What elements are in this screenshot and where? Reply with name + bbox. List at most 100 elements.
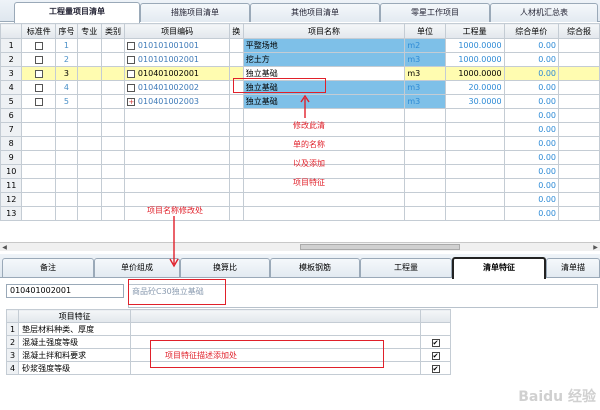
quantity-cell[interactable]: 30.0000 [444, 94, 505, 109]
col-header-name[interactable]: 项目名称 [242, 23, 406, 39]
checkbox[interactable] [127, 69, 136, 78]
unit-price-cell[interactable]: 0.00 [503, 206, 560, 221]
tab-conversion-ratio[interactable]: 换算比 [180, 258, 270, 277]
col-header-total[interactable]: 综合报 [558, 23, 600, 39]
unit-cell[interactable]: m3 [404, 94, 446, 109]
category-cell[interactable] [100, 94, 126, 109]
expand-icon[interactable]: + [127, 97, 136, 106]
standard-checkbox-cell[interactable] [21, 206, 56, 221]
tab-bill-features[interactable]: 清单特征 [452, 257, 546, 279]
standard-checkbox-cell[interactable] [21, 122, 56, 137]
standard-checkbox-cell[interactable] [21, 66, 56, 81]
feature-checkbox-cell[interactable]: ✔ [420, 335, 452, 349]
quantity-cell[interactable]: 20.0000 [444, 80, 505, 95]
table-row[interactable]: 2 2 010101002001 挖土方 m3 1000.0000 0.00 [0, 52, 600, 67]
checkbox[interactable] [34, 41, 43, 50]
table-row[interactable]: 1 1 010101001001 平整场地 m2 1000.0000 0.00 [0, 38, 600, 53]
specialty-cell[interactable] [76, 80, 102, 95]
checkbox[interactable] [127, 41, 136, 50]
unit-price-cell[interactable]: 0.00 [503, 108, 560, 123]
scroll-right-icon[interactable]: ▶ [591, 243, 600, 252]
feature-checkbox-cell[interactable]: ✔ [420, 348, 452, 362]
scroll-left-icon[interactable]: ◀ [0, 243, 9, 252]
unit-price-cell[interactable]: 0.00 [503, 164, 560, 179]
col-header-category[interactable]: 类别 [100, 23, 126, 39]
standard-checkbox-cell[interactable] [21, 192, 56, 207]
seq-cell[interactable]: 2 [55, 52, 78, 67]
seq-cell[interactable]: 1 [55, 38, 78, 53]
standard-checkbox-cell[interactable] [21, 164, 56, 179]
code-cell[interactable]: 010401002002 [124, 80, 230, 95]
tab-bill-description[interactable]: 清单描 [546, 258, 600, 277]
tab-sporadic-work[interactable]: 零星工作项目 [380, 3, 490, 22]
unit-cell[interactable]: m3 [404, 80, 446, 95]
unit-cell[interactable]: m3 [404, 66, 446, 81]
item-code-field[interactable]: 010401002001 [6, 284, 124, 298]
total-cell[interactable] [558, 66, 600, 81]
checkbox-checked[interactable]: ✔ [431, 338, 440, 347]
seq-cell[interactable]: 5 [55, 94, 78, 109]
unit-price-cell[interactable]: 0.00 [503, 178, 560, 193]
col-header-standard[interactable]: 标准件 [21, 23, 56, 39]
standard-checkbox-cell[interactable] [21, 150, 56, 165]
quantity-cell[interactable]: 1000.0000 [444, 66, 505, 81]
standard-checkbox-cell[interactable] [21, 178, 56, 193]
unit-price-cell[interactable]: 0.00 [503, 80, 560, 95]
standard-checkbox-cell[interactable] [21, 38, 56, 53]
checkbox[interactable] [34, 69, 43, 78]
col-header-swap[interactable]: 换 [228, 23, 244, 39]
checkbox[interactable] [34, 97, 43, 106]
table-row[interactable]: 13 0.00 [0, 206, 600, 221]
col-header-unit[interactable]: 单位 [404, 23, 446, 39]
total-cell[interactable] [558, 52, 600, 67]
checkbox[interactable] [127, 83, 136, 92]
code-cell[interactable]: 010401002001 [124, 66, 230, 81]
unit-price-cell[interactable]: 0.00 [503, 66, 560, 81]
total-cell[interactable] [558, 38, 600, 53]
tab-other-items[interactable]: 其他项目清单 [250, 3, 380, 22]
unit-cell[interactable]: m3 [404, 52, 446, 67]
category-cell[interactable] [100, 52, 126, 67]
name-cell[interactable]: 平整场地 [242, 38, 406, 53]
standard-checkbox-cell[interactable] [21, 136, 56, 151]
checkbox[interactable] [34, 83, 43, 92]
checkbox[interactable] [34, 55, 43, 64]
feature-checkbox-cell[interactable] [420, 322, 452, 336]
table-row[interactable]: 12 0.00 [0, 192, 600, 207]
specialty-cell[interactable] [76, 94, 102, 109]
scrollbar-thumb[interactable] [300, 244, 460, 250]
feature-checkbox-cell[interactable]: ✔ [420, 361, 452, 375]
col-header-unit-price[interactable]: 综合单价 [503, 23, 560, 39]
tab-resource-summary[interactable]: 人材机汇总表 [490, 3, 598, 22]
tab-remarks[interactable]: 备注 [2, 258, 94, 277]
tab-formwork-rebar[interactable]: 模板钢筋 [270, 258, 360, 277]
horizontal-scrollbar[interactable]: ◀ ▶ [0, 242, 600, 251]
feature-row[interactable]: 1 垫层材料种类、厚度 [5, 322, 452, 336]
seq-cell[interactable]: 4 [55, 80, 78, 95]
unit-price-cell[interactable]: 0.00 [503, 94, 560, 109]
quantity-cell[interactable]: 1000.0000 [444, 52, 505, 67]
col-header-seq[interactable]: 序号 [55, 23, 78, 39]
tab-bill-of-quantities[interactable]: 工程量项目清单 [14, 2, 140, 23]
col-header-code[interactable]: 项目编码 [124, 23, 230, 39]
col-header-quantity[interactable]: 工程量 [444, 23, 505, 39]
swap-cell[interactable] [228, 94, 244, 109]
seq-cell[interactable]: 3 [55, 66, 78, 81]
swap-cell[interactable] [228, 52, 244, 67]
specialty-cell[interactable] [76, 52, 102, 67]
specialty-cell[interactable] [76, 38, 102, 53]
category-cell[interactable] [100, 80, 126, 95]
code-cell[interactable]: 010101002001 [124, 52, 230, 67]
name-cell[interactable]: 独立基础 [242, 94, 406, 109]
category-cell[interactable] [100, 66, 126, 81]
unit-price-cell[interactable]: 0.00 [503, 192, 560, 207]
checkbox-checked[interactable]: ✔ [431, 351, 440, 360]
tab-unit-price-composition[interactable]: 单价组成 [94, 258, 180, 277]
standard-checkbox-cell[interactable] [21, 108, 56, 123]
tab-quantity[interactable]: 工程量 [360, 258, 452, 277]
col-header-specialty[interactable]: 专业 [76, 23, 102, 39]
feature-value-cell[interactable] [130, 322, 422, 336]
name-cell[interactable]: 挖土方 [242, 52, 406, 67]
code-cell[interactable]: 010101001001 [124, 38, 230, 53]
checkbox[interactable] [127, 55, 136, 64]
